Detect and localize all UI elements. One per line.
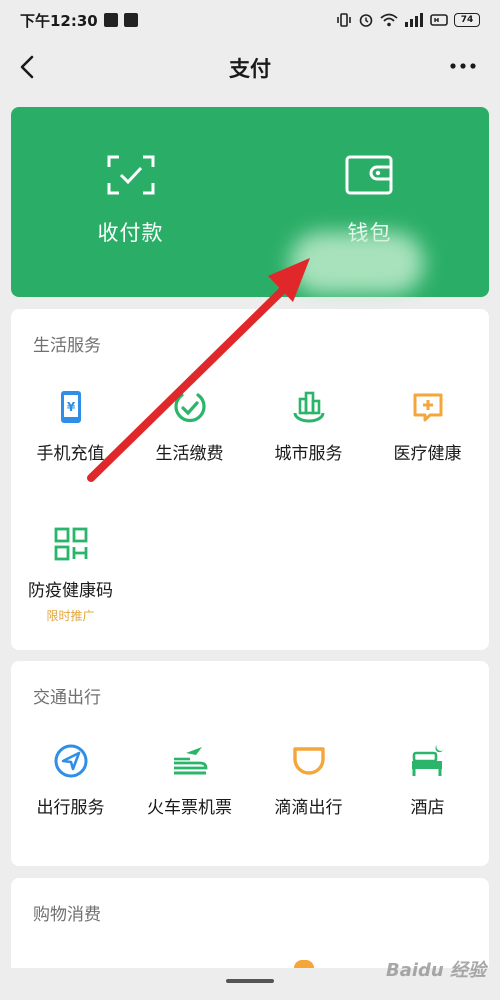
grid-item-health-code[interactable]: 防疫健康码 限时推广 (11, 526, 130, 624)
grid-item-travel-service[interactable]: 出行服务 (11, 743, 130, 818)
grid-label: 滴滴出行 (274, 798, 343, 818)
grid-label: 防疫健康码 (28, 581, 113, 601)
receive-pay-label: 收付款 (97, 221, 164, 245)
receive-pay-button[interactable]: 收付款 (11, 107, 250, 297)
status-bar: 下午12:30 74 (0, 0, 500, 40)
grid-item-train-flight[interactable]: 火车票机票 (130, 743, 249, 818)
phone-recharge-icon: ¥ (60, 391, 81, 423)
travel-service-icon (54, 744, 87, 778)
hd-icon (430, 14, 448, 26)
grid-item-hotel[interactable]: 酒店 (368, 743, 487, 818)
utility-payment-icon (173, 393, 206, 423)
medical-health-icon (413, 393, 442, 422)
city-service-icon (293, 391, 324, 423)
vibrate-icon (337, 13, 351, 27)
status-left: 下午12:30 (20, 10, 138, 31)
section-title-transport: 交通出行 (33, 688, 101, 708)
health-code-icon (54, 527, 87, 561)
section-shopping: 购物消费 (11, 878, 489, 968)
section-title-shopping: 购物消费 (33, 905, 101, 925)
grid-label: 酒店 (410, 798, 445, 818)
signal-icon (405, 13, 423, 27)
wallet-icon (345, 155, 392, 195)
svg-text:¥: ¥ (66, 400, 75, 414)
back-icon[interactable] (14, 52, 44, 82)
grid-label: 手机充值 (36, 444, 105, 464)
status-right: 74 (336, 12, 480, 28)
shopping-icon-peek (294, 960, 314, 968)
more-icon[interactable] (448, 56, 478, 76)
hotel-icon (411, 745, 443, 776)
grid-label: 火车票机票 (147, 798, 232, 818)
battery-indicator: 74 (454, 13, 480, 27)
grid-label: 医疗健康 (393, 444, 462, 464)
grid-item-utility-payment[interactable]: 生活缴费 (130, 389, 249, 464)
train-flight-icon (173, 747, 207, 775)
section-title-life: 生活服务 (33, 336, 101, 356)
grid-item-didi[interactable]: 滴滴出行 (249, 743, 368, 818)
nav-bar: 支付 (0, 40, 500, 96)
section-life-services: 生活服务 ¥ 手机充值 生活缴费 城市服务 医疗健康 防疫健康码 限时推广 (11, 309, 489, 650)
scan-icon (107, 155, 154, 195)
didi-icon (292, 747, 325, 775)
page-title: 支付 (229, 57, 271, 81)
grid-item-city-service[interactable]: 城市服务 (249, 389, 368, 464)
mail-notification-icon (123, 13, 138, 27)
section-transport: 交通出行 出行服务 火车票机票 滴滴出行 酒店 (11, 661, 489, 866)
music-notification-icon (103, 13, 118, 27)
home-indicator[interactable] (226, 979, 274, 983)
status-time: 下午12:30 (20, 11, 98, 30)
grid-item-medical-health[interactable]: 医疗健康 (368, 389, 487, 464)
alarm-icon (359, 14, 373, 27)
grid-label: 出行服务 (36, 798, 105, 818)
grid-item-phone-recharge[interactable]: ¥ 手机充值 (11, 389, 130, 464)
watermark: Baidu 经验 (385, 960, 486, 981)
blurred-balance (290, 232, 424, 294)
grid-label: 城市服务 (274, 444, 343, 464)
promo-tag: 限时推广 (46, 609, 95, 623)
grid-label: 生活缴费 (155, 444, 224, 464)
wifi-icon (380, 13, 398, 27)
